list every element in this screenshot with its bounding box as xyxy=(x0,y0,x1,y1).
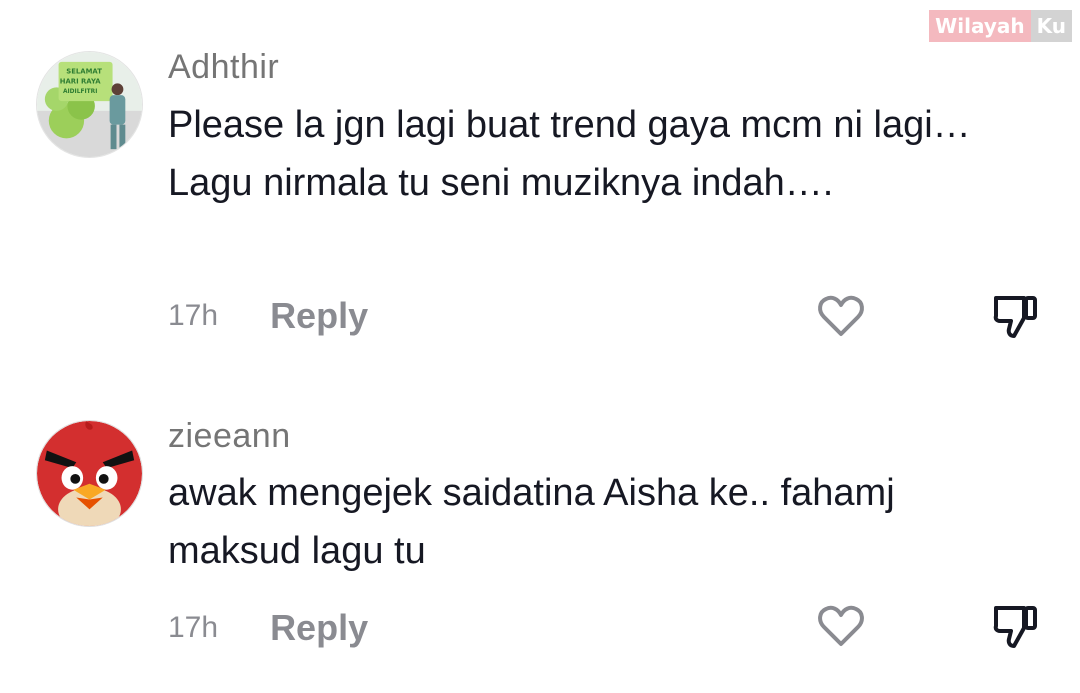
avatar-banner-line3: AIDILFITRI xyxy=(63,89,97,95)
watermark-part1: Wilayah xyxy=(929,10,1031,42)
comment-text: Please la jgn lagi buat trend gaya mcm n… xyxy=(168,104,971,204)
avatar[interactable] xyxy=(36,420,143,527)
thumbs-down-icon[interactable] xyxy=(990,292,1040,342)
comment-text: awak mengejek saidatina Aisha ke.. faham… xyxy=(168,472,895,572)
heart-icon[interactable] xyxy=(816,602,866,652)
reply-button[interactable]: Reply xyxy=(270,607,368,649)
comment-time: 17h xyxy=(168,299,219,332)
avatar-banner-line2: HARI RAYA xyxy=(60,77,102,85)
reply-button[interactable]: Reply xyxy=(270,295,368,337)
watermark-part2: Ku xyxy=(1030,10,1072,42)
comment-username[interactable]: zieeann xyxy=(168,417,291,456)
avatar-banner-line1: SELAMAT xyxy=(66,68,102,76)
watermark-logo: Wilayah Ku xyxy=(929,10,1072,42)
comment-username[interactable]: Adhthir xyxy=(168,48,279,87)
comment-meta: 17h Reply xyxy=(168,294,368,338)
comment-meta: 17h Reply xyxy=(168,606,368,650)
heart-icon[interactable] xyxy=(816,292,866,342)
thumbs-down-icon[interactable] xyxy=(990,602,1040,652)
comment-time: 17h xyxy=(168,611,219,644)
avatar[interactable]: SELAMAT HARI RAYA AIDILFITRI xyxy=(36,51,143,158)
